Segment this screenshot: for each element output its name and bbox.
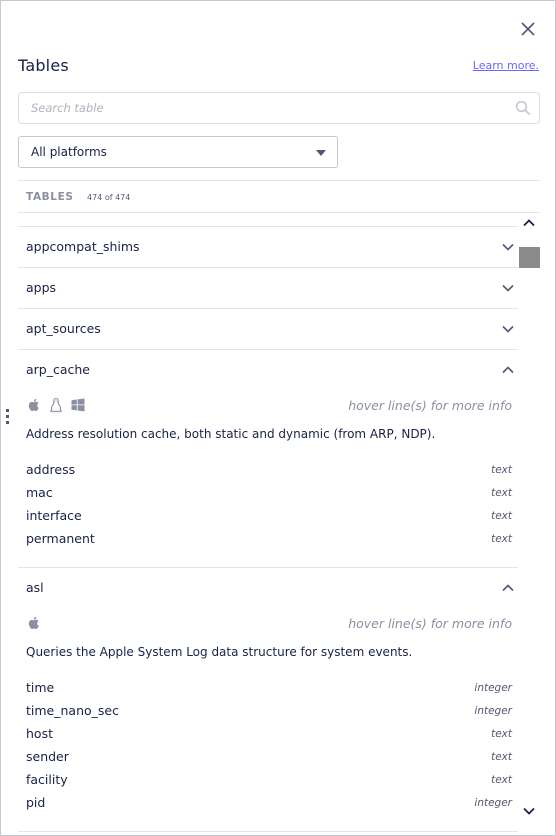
scroll-down-icon[interactable] xyxy=(521,804,537,818)
column-row[interactable]: host text xyxy=(18,723,518,746)
chevron-down-icon[interactable] xyxy=(501,322,515,336)
tables-panel: Tables Learn more. All platforms TABLES … xyxy=(0,0,556,836)
table-row-name: asl xyxy=(26,580,44,595)
column-type: integer xyxy=(474,797,512,809)
column-row[interactable]: mac text xyxy=(18,482,518,505)
column-row[interactable]: time_nano_sec integer xyxy=(18,700,518,723)
column-row[interactable]: time integer xyxy=(18,677,518,700)
windows-icon xyxy=(71,398,85,412)
platform-row: hover line(s) for more info xyxy=(18,609,518,643)
platform-select-value: All platforms xyxy=(31,145,107,159)
table-expanded: asl hover line(s) for more info Queries … xyxy=(18,568,518,832)
divider xyxy=(18,180,540,181)
search-input[interactable] xyxy=(19,93,499,123)
apple-icon xyxy=(28,616,39,630)
column-type: text xyxy=(491,751,512,763)
column-type: text xyxy=(491,464,512,476)
column-type: text xyxy=(491,533,512,545)
table-row[interactable]: appcompat_shims xyxy=(18,227,518,268)
table-row-name: arp_cache xyxy=(26,362,91,377)
tables-list-label: TABLES xyxy=(26,191,74,203)
resize-handle[interactable] xyxy=(6,409,10,429)
column-type: text xyxy=(491,487,512,499)
column-row[interactable]: pid integer xyxy=(18,792,518,815)
column-type: text xyxy=(491,510,512,522)
column-row[interactable]: sender text xyxy=(18,746,518,769)
chevron-up-icon[interactable] xyxy=(501,363,515,377)
column-name: mac xyxy=(26,485,53,500)
chevron-up-icon[interactable] xyxy=(501,581,515,595)
column-name: time xyxy=(26,680,55,695)
column-row[interactable]: interface text xyxy=(18,505,518,528)
caret-down-icon xyxy=(316,150,326,156)
tables-count: 474 of 474 xyxy=(87,193,131,202)
column-list: time integer time_nano_sec integer host tex… xyxy=(18,677,518,832)
column-name: facility xyxy=(26,772,68,787)
learn-more-link[interactable]: Learn more. xyxy=(473,59,539,72)
table-row-expanded-header[interactable]: asl xyxy=(18,568,518,609)
column-row[interactable]: facility text xyxy=(18,769,518,792)
column-type: integer xyxy=(474,682,512,694)
column-row[interactable]: permanent text xyxy=(18,528,518,551)
column-list: address text mac text interface text perman… xyxy=(18,459,518,568)
linux-icon xyxy=(50,397,62,413)
platform-row: hover line(s) for more info xyxy=(18,391,518,425)
column-name: pid xyxy=(26,795,46,810)
table-row[interactable]: apps xyxy=(18,268,518,309)
chevron-down-icon[interactable] xyxy=(501,240,515,254)
platform-select[interactable]: All platforms xyxy=(18,136,338,168)
table-row-name: apt_sources xyxy=(26,321,101,336)
column-name: interface xyxy=(26,508,82,523)
tables-list[interactable]: appcompat_shims apps apt_sources arp_cac… xyxy=(18,213,518,835)
column-name: time_nano_sec xyxy=(26,703,119,718)
table-row-partial[interactable] xyxy=(18,213,518,227)
column-type: text xyxy=(491,728,512,740)
table-description: Queries the Apple System Log data struct… xyxy=(26,645,413,659)
table-row[interactable]: apt_sources xyxy=(18,309,518,350)
table-description: Address resolution cache, both static an… xyxy=(26,427,436,441)
page-title: Tables xyxy=(18,56,69,75)
column-row[interactable]: address text xyxy=(18,459,518,482)
column-name: host xyxy=(26,726,53,741)
search-icon[interactable] xyxy=(515,100,531,116)
apple-icon xyxy=(28,398,39,412)
table-expanded: arp_cache hover line(s) for more info Ad… xyxy=(18,350,518,568)
scrollbar-thumb[interactable] xyxy=(519,247,540,268)
column-type: integer xyxy=(474,705,512,717)
table-row-name: apps xyxy=(26,280,57,295)
scroll-up-icon[interactable] xyxy=(521,216,537,230)
table-row-name: appcompat_shims xyxy=(26,239,140,254)
column-type: text xyxy=(491,774,512,786)
chevron-down-icon[interactable] xyxy=(501,281,515,295)
column-name: sender xyxy=(26,749,69,764)
table-row-expanded-header[interactable]: arp_cache xyxy=(18,350,518,391)
column-name: permanent xyxy=(26,531,95,546)
hover-hint: hover line(s) for more info xyxy=(348,398,512,413)
column-name: address xyxy=(26,462,76,477)
close-icon[interactable] xyxy=(518,19,538,39)
search-box xyxy=(18,92,540,124)
hover-hint: hover line(s) for more info xyxy=(348,616,512,631)
